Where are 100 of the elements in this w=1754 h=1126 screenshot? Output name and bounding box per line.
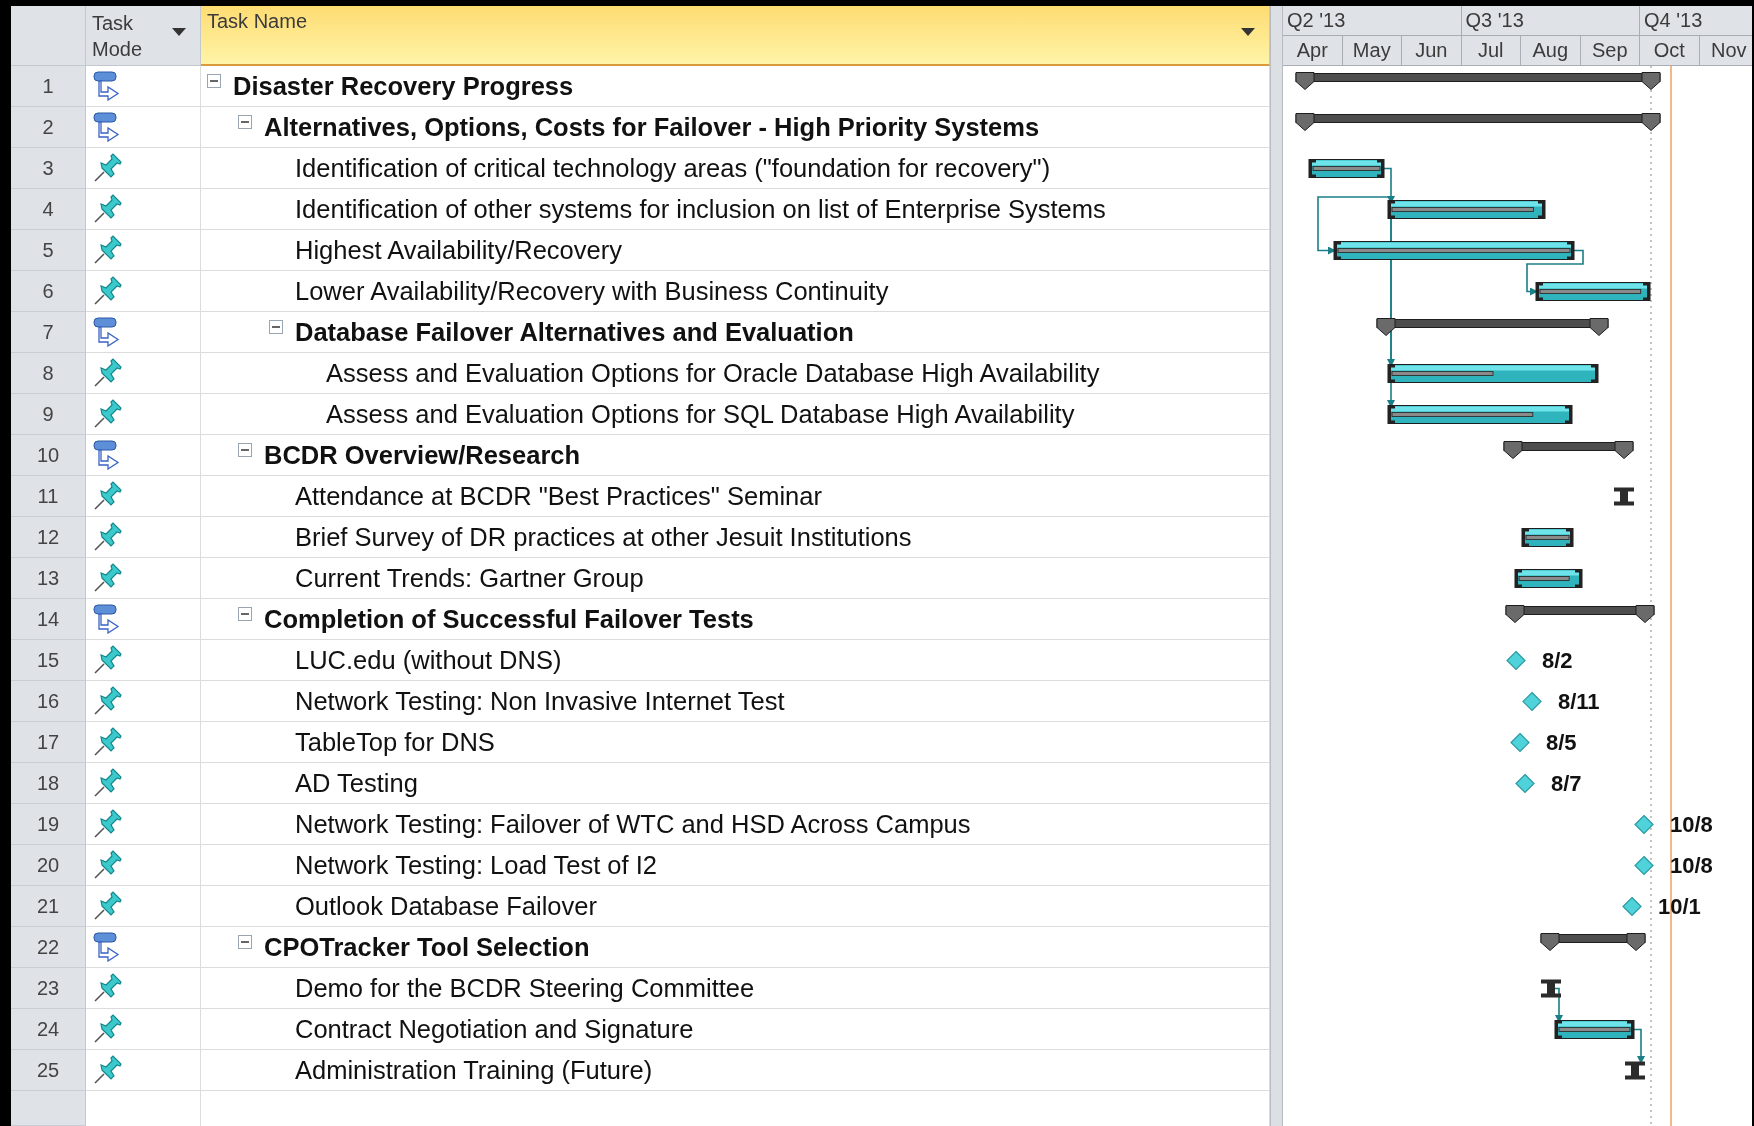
task-name: Contract Negotiation and Signature bbox=[295, 1014, 694, 1044]
row-number: 19 bbox=[11, 804, 86, 845]
row-number: 12 bbox=[11, 517, 86, 558]
milestone-marker[interactable] bbox=[1634, 814, 1654, 835]
task-name: AD Testing bbox=[295, 768, 418, 798]
month-label: Nov bbox=[1710, 39, 1747, 62]
milestone-marker[interactable] bbox=[1506, 650, 1526, 671]
row-number: 11 bbox=[11, 476, 86, 517]
summary-bar[interactable] bbox=[1295, 113, 1661, 131]
pushpin-icon bbox=[92, 645, 124, 675]
task-bar[interactable] bbox=[1333, 241, 1575, 260]
month-label: Aug bbox=[1532, 39, 1569, 62]
summary-bar[interactable] bbox=[1295, 72, 1661, 90]
row-number: 22 bbox=[11, 927, 86, 968]
row-number: 8 bbox=[11, 353, 86, 394]
pushpin-icon bbox=[92, 891, 124, 921]
milestone-date: 8/5 bbox=[1546, 729, 1577, 755]
task-name: Brief Survey of DR practices at other Jesuit Institutions bbox=[295, 522, 912, 552]
task-name: Assess and Evaluation Options for Oracle Database High Availability bbox=[326, 358, 1100, 388]
task-bar[interactable] bbox=[1387, 200, 1546, 219]
task-name: Attendance at BCDR "Best Practices" Seminar bbox=[295, 481, 822, 511]
dependency-arrow bbox=[1552, 987, 1563, 1023]
row-number: 14 bbox=[11, 599, 86, 640]
row-number: 16 bbox=[11, 681, 86, 722]
dependency-arrow bbox=[1633, 1028, 1645, 1064]
row-number: 10 bbox=[11, 435, 86, 476]
task-name: Network Testing: Load Test of I2 bbox=[295, 850, 657, 880]
quarter-label: Q4 '13 bbox=[1644, 9, 1703, 32]
pushpin-icon bbox=[92, 235, 124, 265]
task-name: Lower Availability/Recovery with Business Continuity bbox=[295, 276, 889, 306]
pushpin-icon bbox=[92, 276, 124, 306]
placeholder-marker[interactable] bbox=[1625, 1061, 1645, 1080]
task-bar[interactable] bbox=[1387, 364, 1599, 383]
month-label: Jun bbox=[1415, 39, 1448, 62]
dropdown-caret-icon[interactable] bbox=[172, 28, 186, 36]
month-label: Sep bbox=[1591, 39, 1628, 62]
task-name: Network Testing: Non Invasive Internet Test bbox=[295, 686, 785, 716]
row-number: 2 bbox=[11, 107, 86, 148]
task-name: TableTop for DNS bbox=[295, 727, 495, 757]
task-name: CPOTracker Tool Selection bbox=[264, 932, 590, 962]
column-header[interactable]: Task Name bbox=[201, 6, 1270, 66]
placeholder-marker[interactable] bbox=[1614, 487, 1634, 506]
milestone-marker[interactable] bbox=[1634, 855, 1654, 876]
collapse-icon[interactable] bbox=[238, 443, 252, 457]
task-name: Database Failover Alternatives and Evaluation bbox=[295, 317, 854, 347]
dropdown-caret-icon[interactable] bbox=[1241, 28, 1255, 36]
collapse-icon[interactable] bbox=[238, 607, 252, 621]
task-name: Identification of other systems for inclusion on list of Enterprise Systems bbox=[295, 194, 1106, 224]
row-number: 17 bbox=[11, 722, 86, 763]
milestone-date: 8/7 bbox=[1551, 770, 1582, 796]
milestone-marker[interactable] bbox=[1510, 732, 1530, 753]
quarter-label: Q2 '13 bbox=[1287, 9, 1346, 32]
row-number: 7 bbox=[11, 312, 86, 353]
task-name: Network Testing: Failover of WTC and HSD Across Campus bbox=[295, 809, 971, 839]
collapse-icon[interactable] bbox=[238, 115, 252, 129]
month-label: Jul bbox=[1477, 39, 1504, 62]
milestone-marker[interactable] bbox=[1622, 896, 1642, 917]
task-bar[interactable] bbox=[1521, 528, 1574, 547]
row-number: 5 bbox=[11, 230, 86, 271]
row-number: 25 bbox=[11, 1050, 86, 1091]
pushpin-icon bbox=[92, 686, 124, 716]
task-name: Outlook Database Failover bbox=[295, 891, 597, 921]
row-number: 15 bbox=[11, 640, 86, 681]
pushpin-icon bbox=[92, 358, 124, 388]
quarter-label: Q3 '13 bbox=[1465, 9, 1524, 32]
row-number: 1 bbox=[11, 66, 86, 107]
pushpin-icon bbox=[92, 973, 124, 1003]
milestone-date: 8/11 bbox=[1558, 688, 1600, 714]
month-label: Apr bbox=[1296, 39, 1328, 62]
pushpin-icon bbox=[92, 850, 124, 880]
task-name: Administration Training (Future) bbox=[295, 1055, 653, 1085]
placeholder-marker[interactable] bbox=[1541, 979, 1561, 998]
collapse-icon[interactable] bbox=[269, 320, 283, 334]
task-name: Highest Availability/Recovery bbox=[295, 235, 622, 265]
summary-bar[interactable] bbox=[1503, 441, 1634, 459]
row-number: 20 bbox=[11, 845, 86, 886]
pushpin-icon bbox=[92, 809, 124, 839]
task-name: Alternatives, Options, Costs for Failover - High Priority Systems bbox=[264, 112, 1040, 142]
milestone-marker[interactable] bbox=[1522, 691, 1542, 712]
task-bar[interactable] bbox=[1514, 569, 1583, 588]
task-name: Disaster Recovery Progress bbox=[233, 71, 574, 101]
task-bar[interactable] bbox=[1308, 159, 1385, 178]
summary-bar[interactable] bbox=[1540, 933, 1646, 951]
task-name: Completion of Successful Failover Tests bbox=[264, 604, 754, 634]
pushpin-icon bbox=[92, 563, 124, 593]
column-header[interactable]: Task Mode bbox=[86, 6, 201, 66]
pushpin-icon bbox=[92, 1055, 124, 1085]
task-bar[interactable] bbox=[1535, 282, 1651, 301]
row-number: 6 bbox=[11, 271, 86, 312]
milestone-marker[interactable] bbox=[1515, 773, 1535, 794]
pushpin-icon bbox=[92, 1014, 124, 1044]
summary-bar[interactable] bbox=[1376, 318, 1609, 336]
milestone-date: 8/2 bbox=[1542, 647, 1573, 673]
summary-bar[interactable] bbox=[1505, 605, 1655, 623]
task-bar[interactable] bbox=[1554, 1020, 1635, 1039]
task-name: Assess and Evaluation Options for SQL Database High Availability bbox=[326, 399, 1075, 429]
collapse-icon[interactable] bbox=[207, 74, 221, 88]
pushpin-icon bbox=[92, 194, 124, 224]
collapse-icon[interactable] bbox=[238, 935, 252, 949]
task-bar[interactable] bbox=[1387, 405, 1573, 424]
